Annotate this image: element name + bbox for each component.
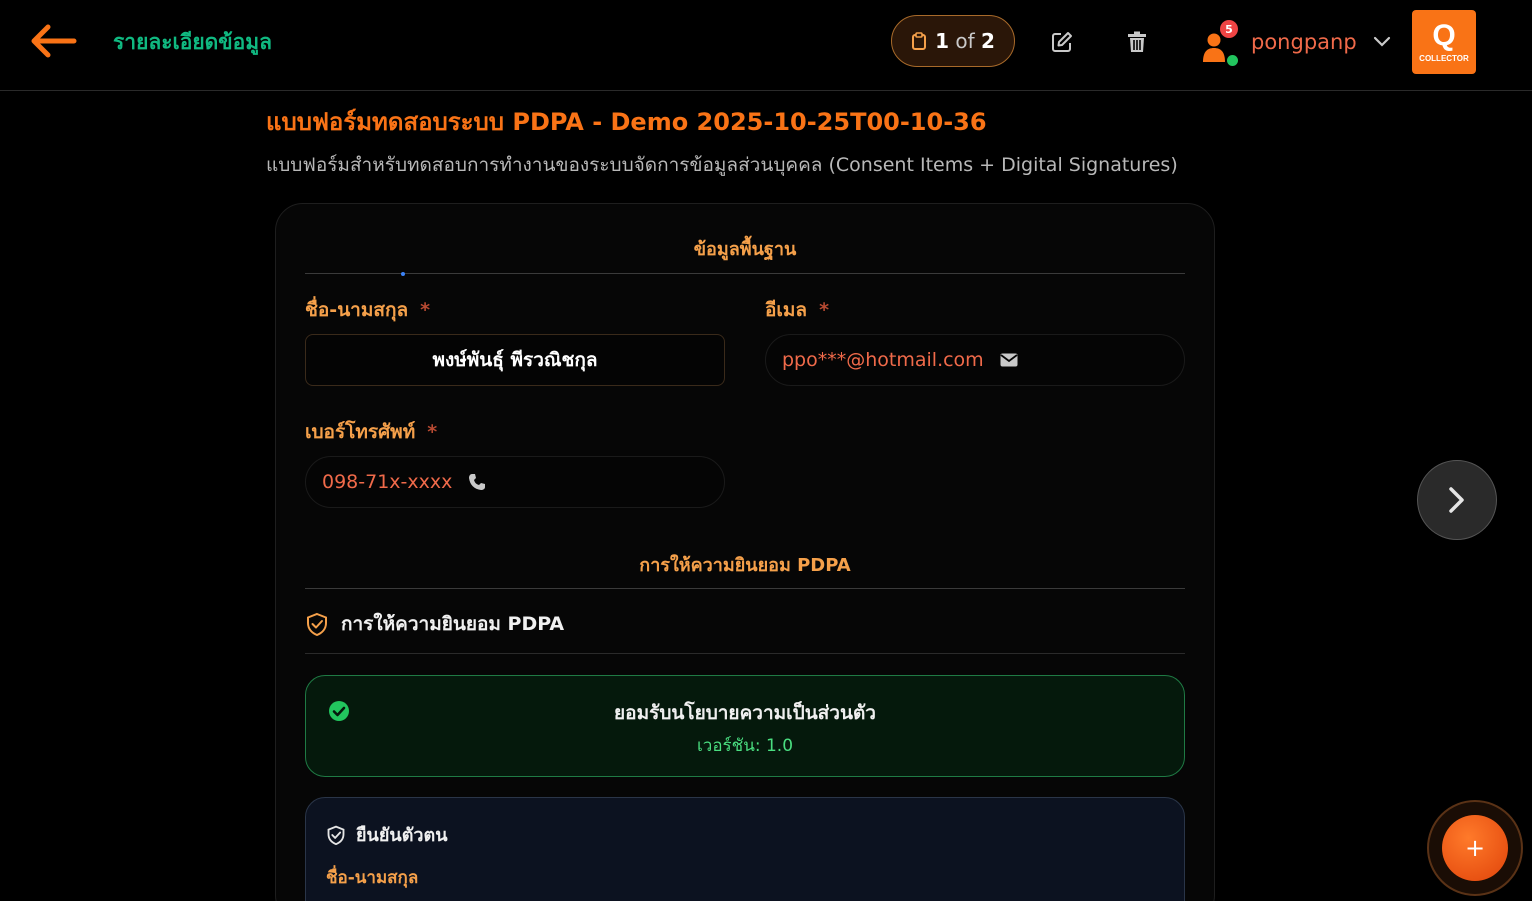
- email-label: อีเมล *: [765, 299, 830, 321]
- focus-indicator: [401, 272, 405, 276]
- pager-total: 2: [981, 29, 995, 53]
- shield-check-icon: [327, 825, 345, 845]
- consent-item-version: เวอร์ชัน: 1.0: [696, 736, 794, 756]
- phone-label: เบอร์โทรศัพท์ *: [305, 421, 438, 443]
- form-title: แบบฟอร์มทดสอบระบบ PDPA - Demo 2025-10-25…: [266, 108, 987, 136]
- top-header: รายละเอียดข้อมูล 1 of 2 5 pongpanp Q COL…: [0, 0, 1532, 91]
- back-button[interactable]: [26, 20, 80, 62]
- record-pager[interactable]: 1 of 2: [891, 15, 1015, 67]
- verify-heading: ยืนยันตัวตน: [326, 820, 448, 849]
- consent-item: ยอมรับนโยบายความเป็นส่วนตัว เวอร์ชัน: 1.…: [305, 675, 1185, 777]
- logo-letter: Q: [1432, 19, 1456, 52]
- name-field[interactable]: พงษ์พันธุ์ พีรวณิชกุล: [305, 334, 725, 386]
- envelope-icon: [1000, 353, 1018, 367]
- section-title-basic: ข้อมูลพื้นฐาน: [693, 239, 797, 260]
- section-divider: [305, 273, 1185, 274]
- next-record-button[interactable]: [1417, 460, 1497, 540]
- form-description: แบบฟอร์มสำหรับทดสอบการทำงานของระบบจัดการ…: [266, 154, 1178, 176]
- pager-of: of: [955, 29, 975, 53]
- notification-badge: 5: [1220, 20, 1238, 38]
- verify-heading-text: ยืนยันตัวตน: [356, 825, 448, 846]
- consent-heading-text: การให้ความยินยอม PDPA: [341, 612, 565, 635]
- edit-button[interactable]: [1044, 24, 1080, 60]
- arrow-left-icon: [31, 24, 77, 58]
- edit-icon: [1052, 32, 1072, 52]
- consent-item-title: ยอมรับนโยบายความเป็นส่วนตัว: [614, 702, 876, 724]
- phone-field[interactable]: 098-71x-xxxx: [305, 456, 725, 508]
- add-button[interactable]: +: [1442, 815, 1508, 881]
- username: pongpanp: [1251, 30, 1357, 54]
- pager-current: 1: [935, 29, 949, 53]
- app-logo[interactable]: Q COLLECTOR: [1412, 10, 1476, 74]
- online-status-dot: [1227, 55, 1238, 66]
- identity-verification-box: ยืนยันตัวตน ชื่อ-นามสกุล: [305, 797, 1185, 901]
- section-divider: [305, 588, 1185, 589]
- clipboard-icon: [912, 32, 927, 50]
- email-field[interactable]: ppo***@hotmail.com: [765, 334, 1185, 386]
- page-title: รายละเอียดข้อมูล: [113, 30, 272, 54]
- user-avatar: 5: [1200, 20, 1238, 66]
- user-menu[interactable]: 5 pongpanp: [1200, 18, 1391, 66]
- verify-name-label: ชื่อ-นามสกุล: [326, 868, 419, 888]
- phone-icon: [468, 473, 486, 491]
- logo-text: COLLECTOR: [1419, 54, 1469, 63]
- name-label: ชื่อ-นามสกุล *: [305, 299, 431, 321]
- fab-container: +: [1427, 800, 1523, 896]
- section-title-pdpa: การให้ความยินยอม PDPA: [639, 555, 851, 576]
- shield-check-icon: [307, 612, 327, 636]
- consent-heading: การให้ความยินยอม PDPA: [305, 608, 1185, 654]
- trash-icon: [1128, 31, 1146, 52]
- chevron-down-icon: [1373, 36, 1390, 47]
- chevron-right-icon: [1449, 487, 1464, 513]
- delete-button[interactable]: [1119, 24, 1155, 60]
